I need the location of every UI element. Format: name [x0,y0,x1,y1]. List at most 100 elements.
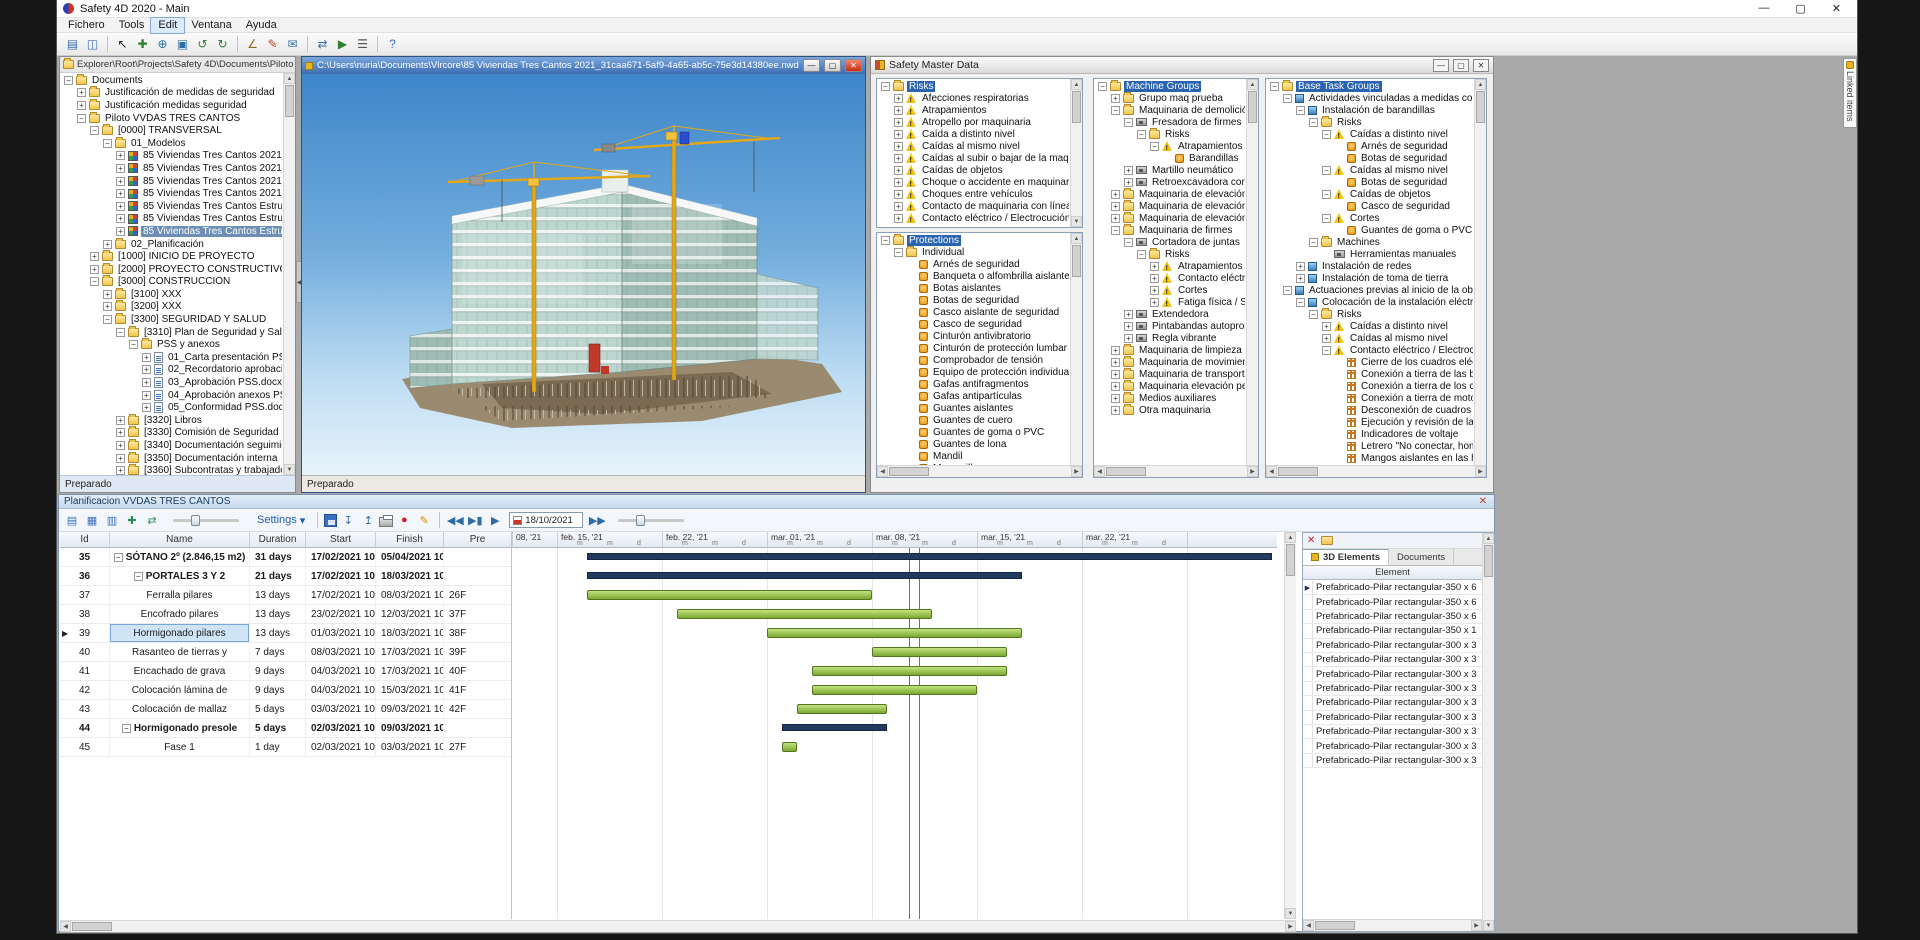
expander-icon[interactable]: − [103,139,112,148]
expander-icon[interactable]: − [1322,214,1331,223]
expander-icon[interactable]: + [894,118,903,127]
task-bar[interactable] [782,742,797,752]
risk-item[interactable]: +Afecciones respiratorias [878,92,1069,104]
expander-icon[interactable]: − [64,76,73,85]
explorer-tree-item[interactable]: +[3360] Subcontratas y trabajadores [61,464,282,475]
edit-icon[interactable]: ✎ [415,511,433,529]
expander-icon[interactable]: + [1124,334,1133,343]
risk-item[interactable]: +Caídas al mismo nivel [878,140,1069,152]
base-task-group-item[interactable]: Indicadores de voltaje [1267,428,1473,440]
expander-icon[interactable]: − [1296,298,1305,307]
collapse-task-icon[interactable]: − [114,553,123,562]
expander-icon[interactable]: − [103,315,112,324]
go-end-icon[interactable]: ▶▶ [588,511,606,529]
scroll-left-icon[interactable]: ◀ [877,466,888,477]
collapse-task-icon[interactable]: − [134,572,143,581]
base-task-group-item[interactable]: −Caídas a distinto nivel [1267,128,1473,140]
scroll-down-icon[interactable]: ▼ [1285,908,1296,919]
column-header-finish[interactable]: Finish [376,532,444,548]
expander-icon[interactable]: + [142,365,151,374]
zoom-icon[interactable]: ⊕ [153,35,172,54]
elements-folder-icon[interactable] [1321,536,1333,545]
scroll-thumb[interactable] [1248,91,1257,123]
vertical-scrollbar[interactable]: ▲▼ [1246,79,1258,477]
base-task-group-item[interactable]: −Machines [1267,236,1473,248]
explorer-tree-item[interactable]: +05_Conformidad PSS.docx [61,401,282,414]
collapse-task-icon[interactable]: − [122,724,131,733]
element-row[interactable]: Prefabricado-Pilar rectangular-300 x 3 [1303,725,1482,739]
explorer-tree-item[interactable]: −[0000] TRANSVERSAL [61,124,282,137]
machine-group-item[interactable]: +Contacto eléctrico / El [1095,272,1245,284]
task-bar[interactable] [872,647,1007,657]
protection-item[interactable]: Guantes de goma o PVC [878,426,1069,438]
explorer-tree-item[interactable]: +85 Viviendas Tres Cantos Estructura [61,225,282,238]
risk-item[interactable]: +Atrapamientos [878,104,1069,116]
protection-item[interactable]: Arnés de seguridad [878,258,1069,270]
machine-group-item[interactable]: +Maquinaria de elevación de carg [1095,212,1245,224]
orbit-icon[interactable]: ↺ [193,35,212,54]
explorer-tree-item[interactable]: +Justificación de medidas de seguridad [61,87,282,100]
task-bar[interactable] [767,628,1022,638]
slider-thumb[interactable] [191,515,200,526]
expander-icon[interactable]: + [1150,286,1159,295]
task-row[interactable]: 41Encachado de grava9 days04/03/2021 10:… [60,662,512,681]
master-close-button[interactable]: ✕ [1473,59,1489,72]
expander-icon[interactable]: − [894,248,903,257]
risk-item[interactable]: −Risks [878,80,1069,92]
master-maximize-button[interactable]: ▢ [1453,59,1469,72]
expander-icon[interactable]: + [77,101,86,110]
element-row[interactable]: Prefabricado-Pilar rectangular-300 x 3 [1303,696,1482,710]
horizontal-scrollbar[interactable]: ◀▶ [1094,465,1258,477]
machine-group-item[interactable]: −Risks [1095,128,1245,140]
expander-icon[interactable]: + [1111,190,1120,199]
explorer-tree-item[interactable]: −[3300] SEGURIDAD Y SALUD [61,313,282,326]
expander-icon[interactable]: + [1111,370,1120,379]
protection-item[interactable]: −Protections [878,234,1069,246]
base-task-group-item[interactable]: +Instalación de redes [1267,260,1473,272]
machine-group-item[interactable]: +Maquinaria de transporte de ma [1095,368,1245,380]
task-bar[interactable] [797,704,887,714]
column-header-duration[interactable]: Duration [250,532,306,548]
column-header-name[interactable]: Name [110,532,250,548]
viewer-minimize-button[interactable]: — [803,59,820,72]
protection-item[interactable]: Mandil [878,450,1069,462]
risk-item[interactable]: +Caídas de objetos [878,164,1069,176]
explorer-tree-item[interactable]: +04_Aprobación anexos PSS.docx [61,389,282,402]
explorer-tree-item[interactable]: −[3310] Plan de Seguridad y Salud [61,326,282,339]
menu-ventana[interactable]: Ventana [184,18,238,33]
task-row[interactable]: 42Colocación lámina de9 days04/03/2021 1… [60,681,512,700]
element-row[interactable]: Prefabricado-Pilar rectangular-300 x 3 [1303,653,1482,667]
expander-icon[interactable]: − [881,236,890,245]
expander-icon[interactable]: + [116,441,125,450]
linked-items-tab[interactable]: Linked items [1843,58,1857,128]
expander-icon[interactable]: − [1270,82,1279,91]
base-task-group-item[interactable]: Botas de seguridad [1267,152,1473,164]
base-task-group-item[interactable]: Casco de seguridad [1267,200,1473,212]
machine-group-item[interactable]: +Otra maquinaria [1095,404,1245,416]
base-task-group-item[interactable]: −Risks [1267,116,1473,128]
scroll-thumb[interactable] [72,922,112,931]
base-task-group-item[interactable]: Desconexión de cuadros eléctricos [1267,404,1473,416]
protection-item[interactable]: −Individual [878,246,1069,258]
gantt-view-icon[interactable]: ▤ [63,511,81,529]
protection-item[interactable]: Gafas antipartículas [878,390,1069,402]
risk-item[interactable]: +Caída a distinto nivel [878,128,1069,140]
expander-icon[interactable]: + [1124,166,1133,175]
explorer-tree-item[interactable]: −Piloto VVDAS TRES CANTOS [61,112,282,125]
base-task-group-item[interactable]: +Caídas al mismo nivel [1267,332,1473,344]
scroll-left-icon[interactable]: ◀ [1303,920,1314,931]
task-row[interactable]: 37Ferralla pilares13 days17/02/2021 10:2… [60,586,512,605]
protection-item[interactable]: Cinturón de protección lumbar [878,342,1069,354]
expander-icon[interactable]: + [116,202,125,211]
task-bar[interactable] [812,685,977,695]
expander-icon[interactable]: − [1111,106,1120,115]
expander-icon[interactable]: − [90,277,99,286]
explorer-tree-item[interactable]: +85 Viviendas Tres Cantos 2021_PRL.i [61,175,282,188]
protection-item[interactable]: Equipo de protección individual contra c [878,366,1069,378]
scroll-thumb[interactable] [1484,545,1493,577]
machine-group-item[interactable]: +Maquinaria de limpieza [1095,344,1245,356]
expander-icon[interactable]: + [142,391,151,400]
scroll-thumb[interactable] [1315,921,1355,930]
base-task-group-item[interactable]: −Risks [1267,308,1473,320]
scroll-thumb[interactable] [285,85,294,117]
